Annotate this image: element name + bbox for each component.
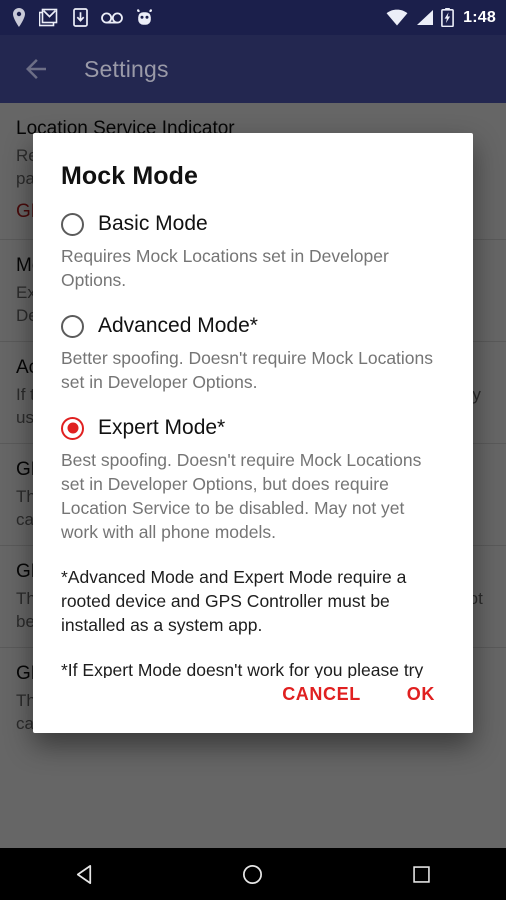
radio-button-checked-icon[interactable] <box>61 416 84 440</box>
android-navigation-bar <box>0 848 506 900</box>
app-bar: Settings <box>0 35 506 103</box>
cancel-button[interactable]: CANCEL <box>280 678 363 711</box>
radio-option-basic-mode[interactable]: Basic Mode <box>61 211 445 237</box>
radio-button-unchecked-icon[interactable] <box>61 314 84 338</box>
radio-button-unchecked-icon[interactable] <box>61 212 84 236</box>
dialog-actions: CANCEL OK <box>33 678 473 733</box>
radio-option-expert-mode[interactable]: Expert Mode* <box>61 415 445 441</box>
dialog-footnote: *Advanced Mode and Expert Mode require a… <box>61 567 407 635</box>
wifi-icon <box>386 9 408 26</box>
nav-back-icon <box>76 864 91 884</box>
voicemail-icon <box>101 12 123 23</box>
radio-option-description: Better spoofing. Doesn't require Mock Lo… <box>61 348 434 392</box>
nav-home-button[interactable] <box>223 848 283 900</box>
location-pin-icon <box>13 8 25 27</box>
dialog-title: Mock Mode <box>61 162 199 190</box>
mock-mode-dialog: Mock Mode Basic Mode Requires Mock Locat… <box>33 133 473 733</box>
dialog-footnote: *If Expert Mode doesn't work for you ple… <box>61 660 424 678</box>
radio-option-label: Advanced Mode* <box>98 314 258 337</box>
nav-back-button[interactable] <box>54 848 114 900</box>
cell-signal-icon <box>417 10 434 25</box>
nav-home-icon <box>243 864 263 884</box>
gmail-icon <box>39 8 58 27</box>
download-icon <box>73 8 88 27</box>
status-bar: 1:48 <box>0 0 506 35</box>
status-bar-right-icons: 1:48 <box>386 8 496 27</box>
phone-screen: 1:48 Settings Location Service Indicator… <box>0 0 506 900</box>
page-title: Settings <box>84 55 169 82</box>
battery-charging-icon <box>441 8 455 27</box>
status-bar-clock: 1:48 <box>463 8 496 26</box>
ok-button[interactable]: OK <box>405 678 437 711</box>
radio-option-description: Best spoofing. Doesn't require Mock Loca… <box>61 450 422 542</box>
radio-option-label: Expert Mode* <box>98 416 226 439</box>
nav-recents-icon <box>413 865 430 883</box>
back-arrow-icon[interactable] <box>21 54 51 84</box>
radio-option-advanced-mode[interactable]: Advanced Mode* <box>61 313 445 339</box>
nav-recents-button[interactable] <box>392 848 452 900</box>
radio-option-label: Basic Mode <box>98 212 208 235</box>
status-bar-left-icons <box>12 8 386 27</box>
radio-option-description: Requires Mock Locations set in Developer… <box>61 246 389 290</box>
android-head-icon <box>137 9 152 25</box>
dialog-body: Basic Mode Requires Mock Locations set i… <box>33 191 473 678</box>
